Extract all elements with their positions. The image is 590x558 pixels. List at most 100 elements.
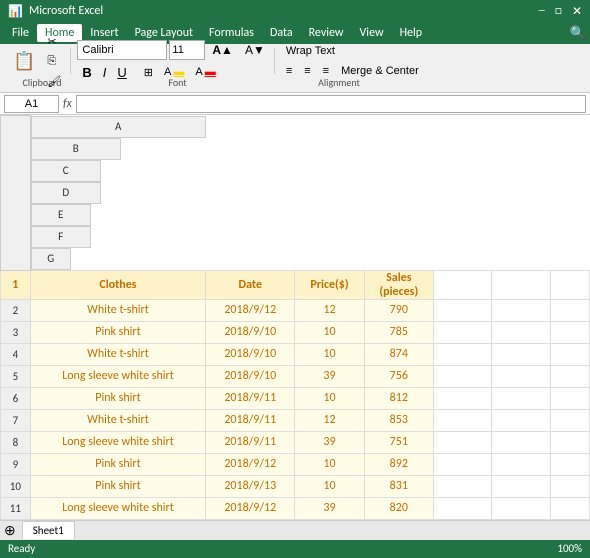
cell-c-4[interactable]: 10 bbox=[295, 343, 364, 365]
cell-g-3[interactable] bbox=[550, 321, 589, 343]
search-icon[interactable]: 🔍 bbox=[570, 26, 586, 41]
cell-c-5[interactable]: 39 bbox=[295, 365, 364, 387]
cell-e-2[interactable] bbox=[433, 299, 491, 321]
col-header-b[interactable]: B bbox=[31, 138, 121, 160]
increase-font-button[interactable]: A▲ bbox=[207, 40, 238, 60]
cell-d-7[interactable]: 853 bbox=[364, 409, 433, 431]
cell-e-7[interactable] bbox=[433, 409, 491, 431]
cell-f-7[interactable] bbox=[492, 409, 550, 431]
cell-f-2[interactable] bbox=[492, 299, 550, 321]
cell-d-11[interactable]: 820 bbox=[364, 497, 433, 519]
cell-d-10[interactable]: 831 bbox=[364, 475, 433, 497]
cell-a-8[interactable]: Long sleeve white shirt bbox=[30, 431, 206, 453]
cell-d-6[interactable]: 812 bbox=[364, 387, 433, 409]
cell-a-10[interactable]: Pink shirt bbox=[30, 475, 206, 497]
cell-b-10[interactable]: 2018/9/13 bbox=[206, 475, 295, 497]
menu-review[interactable]: Review bbox=[301, 24, 352, 42]
cell-f-4[interactable] bbox=[492, 343, 550, 365]
cell-g-8[interactable] bbox=[550, 431, 589, 453]
cell-b-8[interactable]: 2018/9/11 bbox=[206, 431, 295, 453]
cell-a-7[interactable]: White t-shirt bbox=[30, 409, 206, 431]
cell-g-11[interactable] bbox=[550, 497, 589, 519]
cell-e-6[interactable] bbox=[433, 387, 491, 409]
cell-g-6[interactable] bbox=[550, 387, 589, 409]
cell-a-2[interactable]: White t-shirt bbox=[30, 299, 206, 321]
cell-b-9[interactable]: 2018/9/12 bbox=[206, 453, 295, 475]
menu-view[interactable]: View bbox=[352, 24, 392, 42]
cell-b-5[interactable]: 2018/9/10 bbox=[206, 365, 295, 387]
wrap-text-button[interactable]: Wrap Text bbox=[281, 42, 340, 60]
cell-e-8[interactable] bbox=[433, 431, 491, 453]
cell-d-5[interactable]: 756 bbox=[364, 365, 433, 387]
cell-e-3[interactable] bbox=[433, 321, 491, 343]
cell-b-4[interactable]: 2018/9/10 bbox=[206, 343, 295, 365]
formula-input[interactable] bbox=[76, 95, 586, 113]
cell-c-10[interactable]: 10 bbox=[295, 475, 364, 497]
cell-g-2[interactable] bbox=[550, 299, 589, 321]
decrease-font-button[interactable]: A▼ bbox=[240, 40, 270, 60]
cell-f-8[interactable] bbox=[492, 431, 550, 453]
cell-a-11[interactable]: Long sleeve white shirt bbox=[30, 497, 206, 519]
cell-c-2[interactable]: 12 bbox=[295, 299, 364, 321]
cell-g-9[interactable] bbox=[550, 453, 589, 475]
cell-d-3[interactable]: 785 bbox=[364, 321, 433, 343]
cell-b-11[interactable]: 2018/9/12 bbox=[206, 497, 295, 519]
add-sheet-button[interactable]: ⊕ bbox=[4, 522, 16, 539]
cell-e-4[interactable] bbox=[433, 343, 491, 365]
name-box[interactable] bbox=[4, 95, 59, 113]
cell-d-2[interactable]: 790 bbox=[364, 299, 433, 321]
cell-a-5[interactable]: Long sleeve white shirt bbox=[30, 365, 206, 387]
header-f[interactable] bbox=[492, 270, 550, 299]
cell-c-6[interactable]: 10 bbox=[295, 387, 364, 409]
col-header-d[interactable]: D bbox=[31, 182, 101, 204]
header-clothes[interactable]: Clothes bbox=[30, 270, 206, 299]
col-header-a[interactable]: A bbox=[31, 116, 206, 138]
col-header-e[interactable]: E bbox=[31, 204, 91, 226]
cell-f-9[interactable] bbox=[492, 453, 550, 475]
cut-button[interactable]: ✂ bbox=[42, 32, 66, 51]
cell-f-3[interactable] bbox=[492, 321, 550, 343]
cell-f-5[interactable] bbox=[492, 365, 550, 387]
close-icon[interactable]: ✕ bbox=[572, 4, 582, 19]
cell-b-7[interactable]: 2018/9/11 bbox=[206, 409, 295, 431]
maximize-icon[interactable]: □ bbox=[555, 4, 562, 18]
cell-d-8[interactable]: 751 bbox=[364, 431, 433, 453]
cell-e-5[interactable] bbox=[433, 365, 491, 387]
cell-g-4[interactable] bbox=[550, 343, 589, 365]
cell-e-11[interactable] bbox=[433, 497, 491, 519]
cell-d-4[interactable]: 874 bbox=[364, 343, 433, 365]
col-header-g[interactable]: G bbox=[31, 248, 71, 270]
cell-c-9[interactable]: 10 bbox=[295, 453, 364, 475]
cell-a-3[interactable]: Pink shirt bbox=[30, 321, 206, 343]
cell-a-4[interactable]: White t-shirt bbox=[30, 343, 206, 365]
minimize-icon[interactable]: ─ bbox=[539, 4, 545, 18]
cell-c-11[interactable]: 39 bbox=[295, 497, 364, 519]
cell-c-3[interactable]: 10 bbox=[295, 321, 364, 343]
cell-b-3[interactable]: 2018/9/10 bbox=[206, 321, 295, 343]
font-name-input[interactable] bbox=[77, 40, 167, 60]
cell-g-7[interactable] bbox=[550, 409, 589, 431]
col-header-f[interactable]: F bbox=[31, 226, 91, 248]
copy-button[interactable]: ⎘ bbox=[42, 52, 66, 71]
cell-f-11[interactable] bbox=[492, 497, 550, 519]
header-price[interactable]: Price($) bbox=[295, 270, 364, 299]
cell-c-8[interactable]: 39 bbox=[295, 431, 364, 453]
col-header-c[interactable]: C bbox=[31, 160, 101, 182]
cell-g-10[interactable] bbox=[550, 475, 589, 497]
header-g[interactable] bbox=[550, 270, 589, 299]
cell-a-6[interactable]: Pink shirt bbox=[30, 387, 206, 409]
cell-b-2[interactable]: 2018/9/12 bbox=[206, 299, 295, 321]
header-date[interactable]: Date bbox=[206, 270, 295, 299]
font-size-input[interactable] bbox=[169, 40, 205, 60]
cell-a-9[interactable]: Pink shirt bbox=[30, 453, 206, 475]
cell-f-10[interactable] bbox=[492, 475, 550, 497]
cell-g-5[interactable] bbox=[550, 365, 589, 387]
cell-c-7[interactable]: 12 bbox=[295, 409, 364, 431]
cell-b-6[interactable]: 2018/9/11 bbox=[206, 387, 295, 409]
menu-help[interactable]: Help bbox=[392, 24, 431, 42]
cell-e-10[interactable] bbox=[433, 475, 491, 497]
cell-e-9[interactable] bbox=[433, 453, 491, 475]
sheet-tab-1[interactable]: Sheet1 bbox=[22, 521, 75, 539]
paste-button[interactable]: 📋 bbox=[8, 50, 40, 73]
header-e[interactable] bbox=[433, 270, 491, 299]
